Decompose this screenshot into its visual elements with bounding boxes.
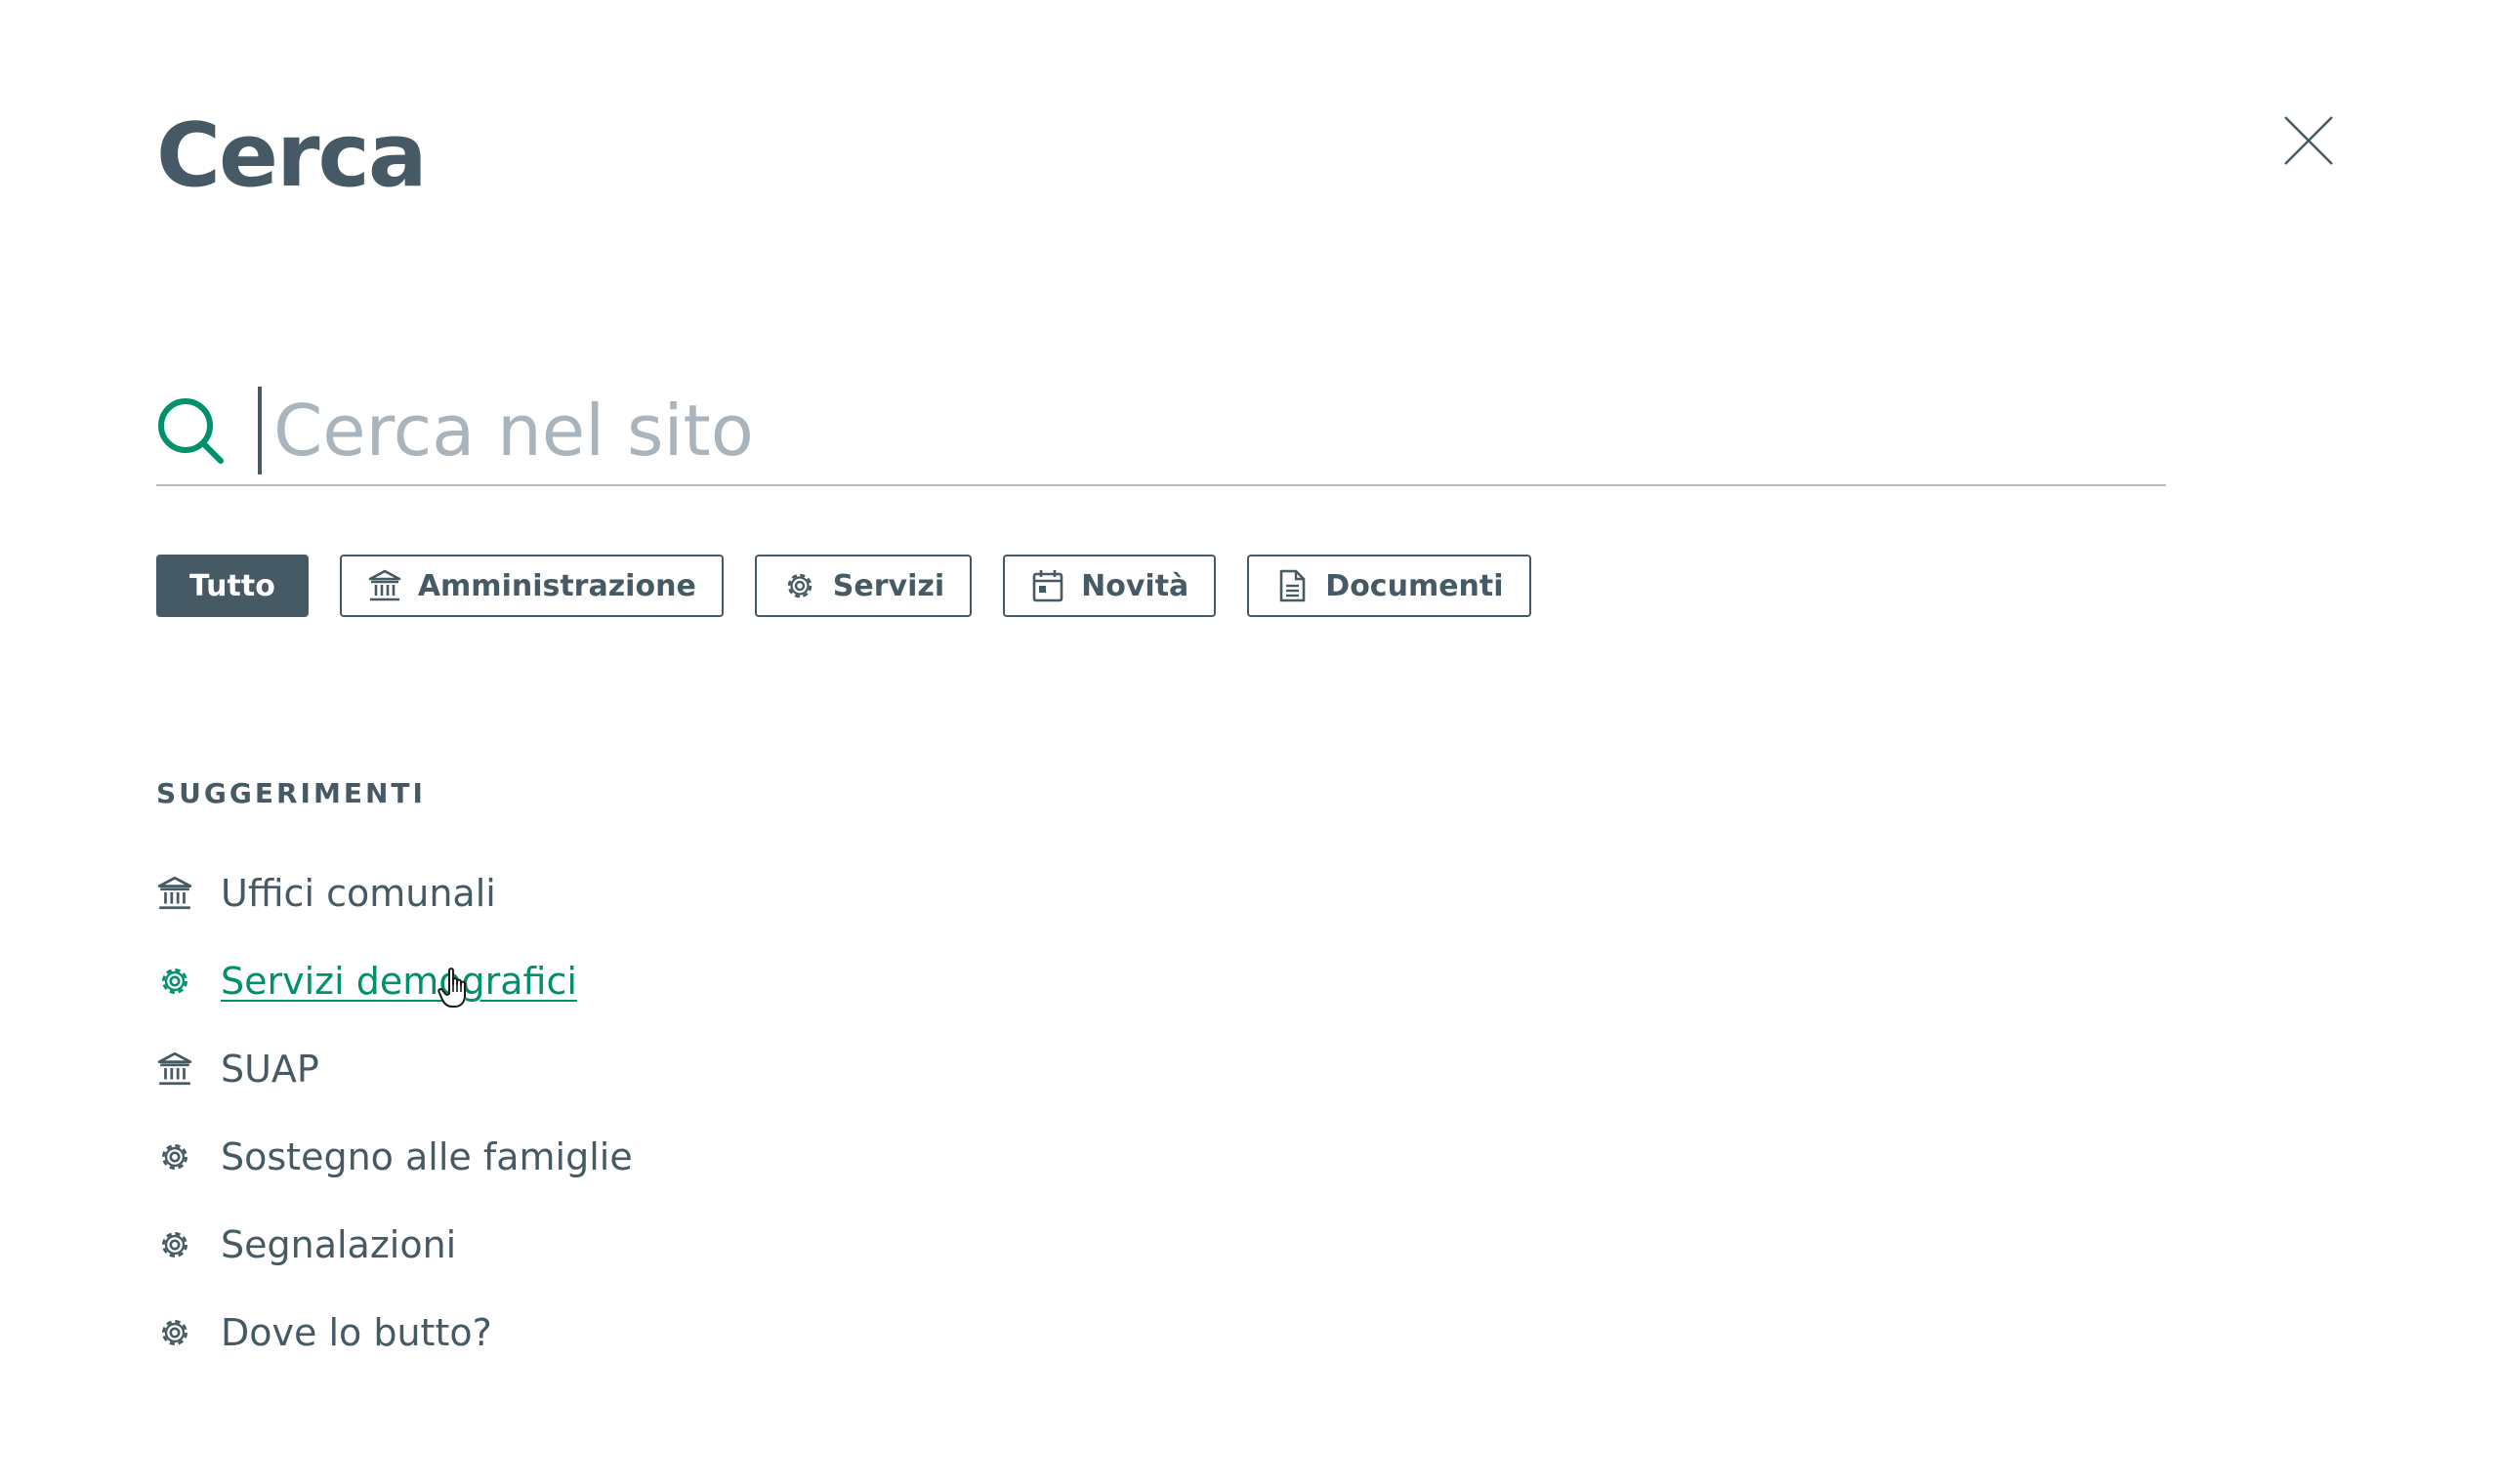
filter-novita[interactable]: Novità xyxy=(1003,555,1217,617)
filter-label: Documenti xyxy=(1325,568,1504,603)
filter-documenti[interactable]: Documenti xyxy=(1247,555,1531,617)
filter-label: Servizi xyxy=(832,568,945,603)
suggestion-segnalazioni[interactable]: Segnalazioni xyxy=(156,1201,633,1289)
gear-icon xyxy=(162,1144,188,1170)
close-icon xyxy=(2284,116,2333,165)
suggestion-label: Dove lo butto? xyxy=(221,1311,492,1354)
filter-servizi[interactable]: Servizi xyxy=(754,555,973,617)
suggestion-label: SUAP xyxy=(221,1048,319,1091)
building-icon xyxy=(368,569,401,601)
suggestion-sostegno-alle-famiglie[interactable]: Sostegno alle famiglie xyxy=(156,1113,633,1201)
filter-label: Novità xyxy=(1081,568,1189,603)
suggestion-suap[interactable]: SUAP xyxy=(156,1025,633,1113)
search-icon xyxy=(158,398,224,464)
gear-icon xyxy=(162,969,188,994)
gear-icon xyxy=(787,573,812,598)
filter-chips: Tutto Amministrazione Servizi Novità Doc… xyxy=(156,555,1531,617)
search-modal: Cerca Tutto Amministrazi xyxy=(0,0,2500,1484)
filter-label: Amministrazione xyxy=(417,568,696,603)
suggestion-label: Uffici comunali xyxy=(221,872,496,915)
suggestion-uffici-comunali[interactable]: Uffici comunali xyxy=(156,849,633,937)
filter-label: Tutto xyxy=(189,568,275,603)
gear-icon xyxy=(162,1232,188,1257)
suggestions-list: Uffici comunali Servizi demografici SUAP xyxy=(156,849,633,1377)
search-bar xyxy=(156,383,2166,486)
page-title: Cerca xyxy=(156,104,428,207)
suggestion-label: Servizi demografici xyxy=(221,960,577,1003)
filter-amministrazione[interactable]: Amministrazione xyxy=(339,555,724,617)
hand-pointer-icon xyxy=(438,968,466,1008)
filter-tutto[interactable]: Tutto xyxy=(156,555,309,617)
suggestion-label: Sostegno alle famiglie xyxy=(221,1135,633,1178)
building-icon xyxy=(157,1051,192,1086)
suggestion-servizi-demografici[interactable]: Servizi demografici xyxy=(156,937,633,1025)
close-button[interactable] xyxy=(2283,115,2334,166)
suggestion-label: Segnalazioni xyxy=(221,1223,457,1266)
document-icon xyxy=(1279,569,1306,602)
search-input[interactable] xyxy=(258,387,2152,474)
suggestion-dove-lo-butto[interactable]: Dove lo butto? xyxy=(156,1289,633,1377)
gear-icon xyxy=(162,1320,188,1345)
calendar-icon xyxy=(1032,570,1063,602)
building-icon xyxy=(157,876,192,910)
suggestions-heading: SUGGERIMENTI xyxy=(156,777,426,809)
